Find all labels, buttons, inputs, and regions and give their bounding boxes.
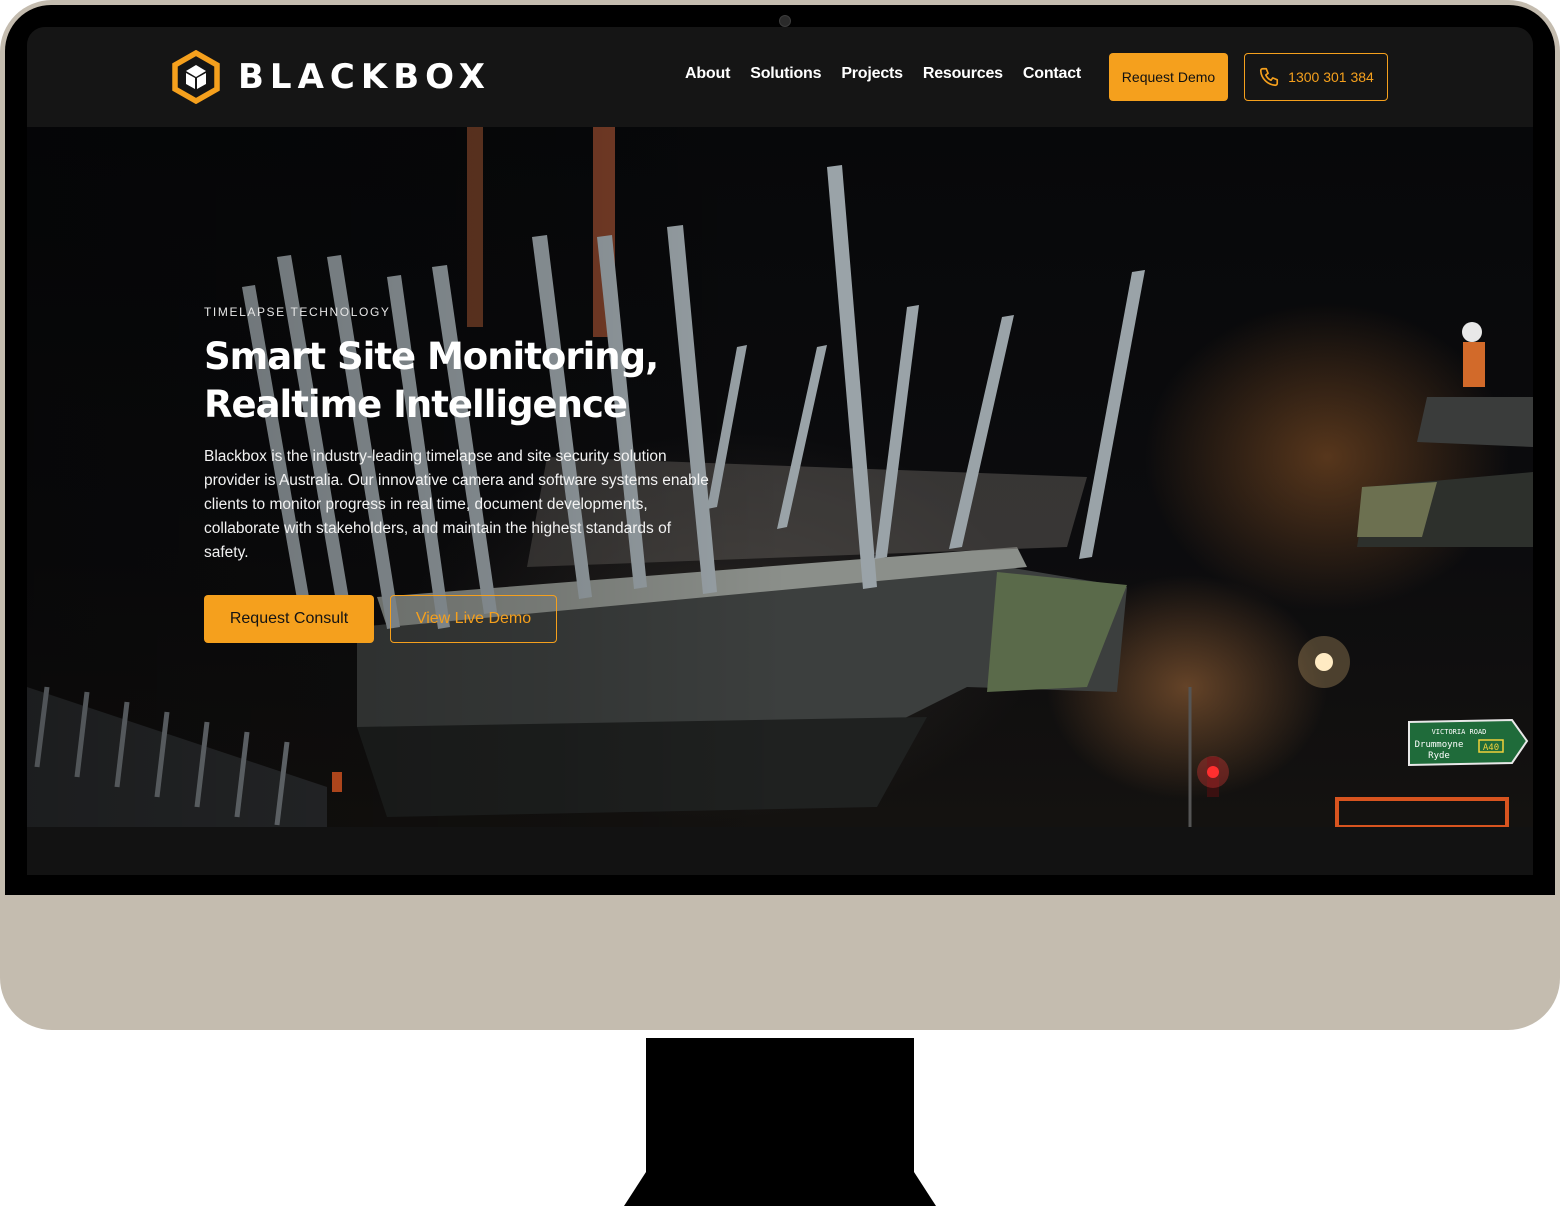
brand-name: BLACKBOX: [238, 57, 492, 97]
webcam-icon: [779, 15, 791, 27]
site-header: BLACKBOX About Solutions Projects Resour…: [27, 27, 1533, 127]
hero-content: TIMELAPSE TECHNOLOGY Smart Site Monitori…: [204, 305, 724, 643]
hexagon-cube-icon: [172, 50, 220, 104]
hero-title: Smart Site Monitoring, Realtime Intellig…: [204, 335, 659, 426]
nav-projects[interactable]: Projects: [841, 65, 903, 83]
hero-actions: Request Consult View Live Demo: [204, 595, 724, 643]
nav-contact[interactable]: Contact: [1023, 65, 1081, 83]
request-consult-button[interactable]: Request Consult: [204, 595, 374, 643]
nav-solutions[interactable]: Solutions: [750, 65, 821, 83]
monitor-stand: [646, 1038, 914, 1178]
view-live-demo-button[interactable]: View Live Demo: [390, 595, 557, 643]
phone-number: 1300 301 384: [1288, 69, 1374, 85]
nav-resources[interactable]: Resources: [923, 65, 1003, 83]
view-live-demo-label: View Live Demo: [415, 610, 532, 627]
request-demo-label: Request Demo: [1121, 69, 1216, 85]
road-sign-line: Ryde: [1428, 751, 1450, 761]
road-sign-route: A40: [1483, 743, 1499, 753]
road-sign-line: Drummoyne: [1415, 740, 1464, 750]
main-nav: About Solutions Projects Resources Conta…: [685, 65, 1081, 83]
next-section: [27, 827, 1533, 875]
request-demo-button[interactable]: Request Demo: [1109, 53, 1228, 101]
screen: BLACKBOX About Solutions Projects Resour…: [27, 27, 1533, 875]
phone-button[interactable]: 1300 301 384: [1244, 53, 1388, 101]
monitor-stand-base: [624, 1172, 936, 1206]
hero-section: VICTORIA ROAD Drummoyne Ryde A40 TIMELAP…: [27, 127, 1533, 827]
brand-logo[interactable]: BLACKBOX: [172, 50, 491, 104]
hero-description: Blackbox is the industry-leading timelap…: [204, 448, 709, 561]
phone-icon: [1260, 67, 1279, 87]
request-consult-label: Request Consult: [229, 610, 349, 627]
hero-eyebrow: TIMELAPSE TECHNOLOGY: [204, 305, 391, 319]
road-sign-heading: VICTORIA ROAD: [1432, 728, 1487, 736]
nav-about[interactable]: About: [685, 65, 730, 83]
